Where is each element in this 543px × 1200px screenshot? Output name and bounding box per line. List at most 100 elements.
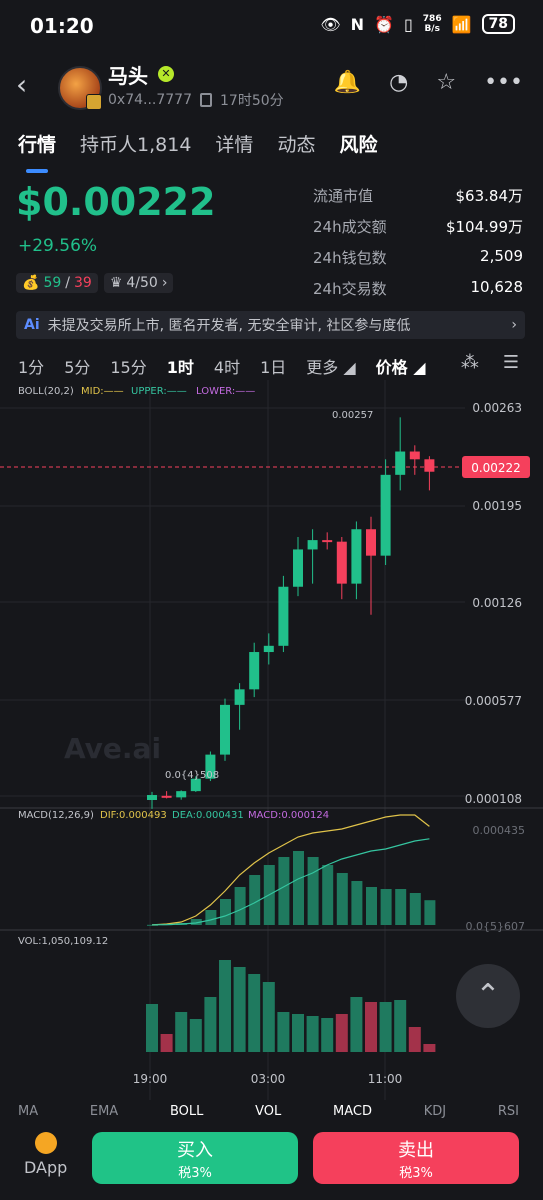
tf-1h[interactable]: 1时 — [167, 354, 194, 378]
status-bar: 01:20 👁 N ⏰ ▯ 786 B/s 📶 78 — [0, 0, 543, 56]
low-label: 0.0{4}508 — [165, 770, 219, 781]
time-tick: 11:00 — [368, 1072, 403, 1086]
boll-mid: MID:—— — [81, 386, 124, 397]
stat-label: 24h交易数 — [313, 280, 387, 298]
token-address[interactable]: 0x74...7777 — [108, 92, 192, 108]
indicator-tab-boll[interactable]: BOLL — [170, 1104, 203, 1119]
scroll-up-button[interactable]: ⌃ — [456, 964, 520, 1028]
tf-1m[interactable]: 1分 — [18, 354, 44, 378]
macd-bar — [278, 857, 290, 925]
tab-holders[interactable]: 持币人1,814 — [80, 130, 191, 157]
candle-body — [336, 541, 347, 584]
holders-chip[interactable]: 💰 59/39 — [16, 273, 98, 293]
macd-series — [147, 814, 436, 926]
macd-bar — [220, 899, 231, 925]
candle-body — [409, 451, 420, 460]
price-tick: 0.00263 — [472, 401, 522, 415]
more-icon[interactable]: ••• — [484, 70, 523, 95]
candle-body — [249, 652, 260, 690]
active-tab-indicator — [26, 169, 48, 173]
vibrate-icon: ▯ — [403, 14, 413, 34]
status-icons: 👁 N ⏰ ▯ 786 B/s 📶 78 — [320, 14, 515, 34]
ai-risk-banner[interactable]: Ai 未提及交易所上市, 匿名开发者, 无安全审计, 社区参与度低 › — [16, 311, 525, 339]
nfc-icon: N — [350, 14, 365, 34]
chevron-up-icon: ⌃ — [475, 978, 501, 1013]
ave-watermark: Ave.ai — [64, 732, 161, 765]
indicator-tab-ema[interactable]: EMA — [90, 1104, 118, 1119]
tab-risk[interactable]: 风险 — [339, 130, 377, 157]
candle-body — [322, 540, 333, 543]
candle-body — [161, 795, 172, 798]
current-price: $0.00222 — [16, 180, 216, 224]
volume-bar — [189, 1019, 202, 1052]
price-tick: 0.000577 — [465, 694, 522, 708]
price-tick: 0.00126 — [472, 596, 522, 610]
tf-price[interactable]: 价格 ◢ — [376, 354, 426, 378]
volume-bar — [321, 1018, 334, 1052]
volume-bar — [262, 982, 275, 1052]
indicator-tabs: MA EMA BOLL VOL MACD KDJ RSI — [18, 1104, 543, 1119]
indicator-dots-icon[interactable]: ⁂ — [461, 352, 479, 373]
dapp-button[interactable]: DApp — [24, 1132, 67, 1177]
copy-icon[interactable] — [200, 93, 212, 107]
indicator-tab-kdj[interactable]: KDJ — [424, 1104, 446, 1119]
sell-button[interactable]: 卖出 税3% — [313, 1132, 519, 1184]
tf-1d[interactable]: 1日 — [260, 354, 286, 378]
stat-value: 10,628 — [470, 278, 524, 296]
main-tabs: 行情 持币人1,814 详情 动态 风险 — [18, 130, 377, 157]
volume-bar — [306, 1016, 319, 1052]
rank-chip[interactable]: ♛ 4/50 › — [103, 273, 174, 293]
tf-more[interactable]: 更多 ◢ — [306, 354, 355, 378]
volume-bar — [423, 1044, 436, 1052]
vol-label: VOL:1,050,109.12 — [18, 936, 108, 947]
verified-icon: ✕ — [158, 66, 174, 82]
volume-bar — [350, 997, 363, 1052]
candle-body — [220, 704, 230, 755]
tf-15m[interactable]: 15分 — [110, 354, 146, 378]
tab-details[interactable]: 详情 — [215, 130, 253, 157]
stat-row: 24h成交额 $104.99万 — [313, 216, 523, 247]
tf-more-label: 更多 — [306, 358, 339, 377]
chart-settings-icon[interactable]: ☰ — [503, 352, 519, 373]
money-bag-icon: 💰 — [22, 275, 40, 291]
boll-label: BOLL(20,2) — [18, 386, 74, 397]
candle-body — [263, 645, 274, 653]
macd-bar — [307, 857, 319, 925]
ai-icon: Ai — [24, 317, 40, 333]
tf-4h[interactable]: 4时 — [214, 354, 240, 378]
macd-value-label: MACD:0.000124 — [248, 810, 329, 821]
back-arrow-icon[interactable]: ‹ — [16, 68, 27, 101]
tab-activity[interactable]: 动态 — [277, 130, 315, 157]
volume-series — [146, 960, 436, 1052]
status-time: 01:20 — [30, 14, 94, 38]
indicator-tab-macd[interactable]: MACD — [333, 1104, 372, 1119]
candle-body — [176, 791, 187, 798]
buy-tax: 税3% — [178, 1166, 212, 1181]
token-address-row: 0x74...7777 17时50分 — [108, 90, 284, 110]
chain-badge-icon — [86, 94, 102, 110]
speedometer-icon[interactable]: ◔ — [389, 70, 408, 95]
tf-5m[interactable]: 5分 — [64, 354, 90, 378]
sell-tax: 税3% — [399, 1166, 433, 1181]
candle-body — [307, 540, 318, 550]
indicator-tab-vol[interactable]: VOL — [255, 1104, 281, 1119]
indicator-tab-rsi[interactable]: RSI — [498, 1104, 519, 1119]
macd-dea-label: DEA:0.000431 — [172, 810, 244, 821]
bell-icon[interactable]: 🔔 — [334, 70, 361, 95]
price-tick: 0.000108 — [465, 792, 522, 806]
buy-button[interactable]: 买入 税3% — [92, 1132, 298, 1184]
candle-body — [234, 689, 245, 705]
token-name: 马头 — [108, 64, 148, 88]
volume-bar — [292, 1014, 304, 1052]
stat-value: 2,509 — [480, 247, 523, 265]
ai-banner-text: 未提及交易所上市, 匿名开发者, 无安全审计, 社区参与度低 — [47, 318, 411, 334]
star-icon[interactable]: ☆ — [436, 70, 456, 95]
candle-body — [380, 474, 391, 556]
indicator-tab-ma[interactable]: MA — [18, 1104, 38, 1119]
tab-market[interactable]: 行情 — [18, 130, 56, 157]
macd-bar — [395, 889, 407, 925]
macd-axis-bottom: 0.0{5}607 — [466, 920, 526, 933]
buy-label: 买入 — [177, 1140, 213, 1161]
net-speed-unit: B/s — [424, 24, 440, 34]
chip-value-a: 59 — [43, 275, 62, 291]
